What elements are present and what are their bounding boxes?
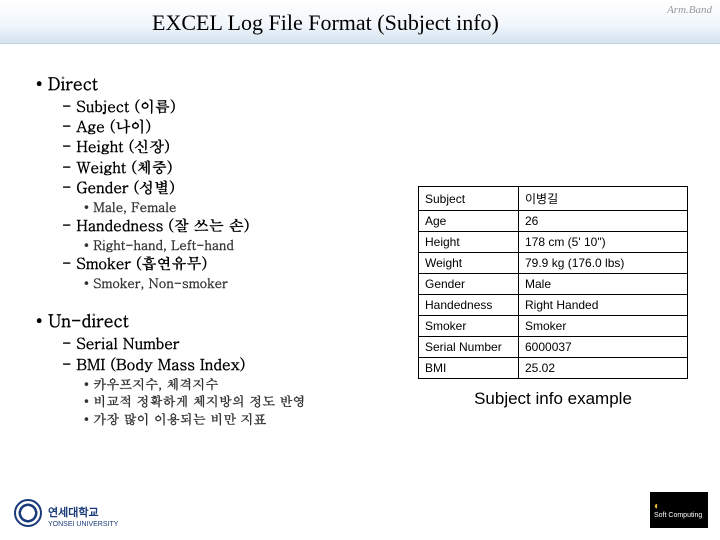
table-caption: Subject info example (418, 389, 688, 409)
table-cell-key: Height (419, 232, 519, 253)
table-cell-value: 26 (519, 211, 688, 232)
table-cell-key: Smoker (419, 316, 519, 337)
table-row: Serial Number6000037 (419, 337, 688, 358)
table-row: Height178 cm (5' 10") (419, 232, 688, 253)
subject-info-table: Subject이병길Age26Height178 cm (5' 10")Weig… (418, 186, 688, 379)
table-row: Subject이병길 (419, 187, 688, 211)
table-cell-value: 25.02 (519, 358, 688, 379)
table-cell-value: 이병길 (519, 187, 688, 211)
table-cell-value: 79.9 kg (176.0 lbs) (519, 253, 688, 274)
item-weight: Weight (체중) (62, 158, 396, 178)
table-row: SmokerSmoker (419, 316, 688, 337)
table-body: Subject이병길Age26Height178 cm (5' 10")Weig… (419, 187, 688, 379)
item-bmi-desc3: 가장 많이 이용되는 비만 지표 (84, 410, 396, 428)
item-gender: Gender (성별) (62, 178, 396, 198)
watermark-text: Arm.Band (667, 4, 712, 16)
table-cell-key: Serial Number (419, 337, 519, 358)
table-row: Weight79.9 kg (176.0 lbs) (419, 253, 688, 274)
table-cell-key: Weight (419, 253, 519, 274)
university-name-ko: 연세대학교 (48, 507, 99, 519)
table-cell-value: 6000037 (519, 337, 688, 358)
item-age: Age (나이) (62, 117, 396, 137)
item-handedness: Handedness (잘 쓰는 손) (62, 216, 396, 236)
item-handedness-values: Right-hand, Left-hand (84, 236, 396, 254)
table-cell-key: BMI (419, 358, 519, 379)
outline-content: Direct Subject (이름) Age (나이) Height (신장)… (36, 68, 396, 427)
table-row: HandednessRight Handed (419, 295, 688, 316)
lab-badge: ◐ Soft Computing (650, 492, 708, 528)
lab-icon: ◐ (654, 501, 704, 512)
item-smoker-values: Smoker, Non-smoker (84, 274, 396, 292)
item-gender-values: Male, Female (84, 198, 396, 216)
table-cell-value: 178 cm (5' 10") (519, 232, 688, 253)
table-cell-key: Age (419, 211, 519, 232)
yonsei-logo-icon (14, 499, 42, 527)
section-undirect-heading: Un-direct (36, 309, 396, 332)
page-title: EXCEL Log File Format (Subject info) (152, 10, 499, 36)
item-height: Height (신장) (62, 137, 396, 157)
table-cell-key: Subject (419, 187, 519, 211)
item-bmi-desc1: 카우프지수, 체격지수 (84, 375, 396, 393)
example-table-box: Subject이병길Age26Height178 cm (5' 10")Weig… (418, 186, 688, 409)
item-subject: Subject (이름) (62, 97, 396, 117)
section-direct-heading: Direct (36, 72, 396, 95)
lab-name: Soft Computing (654, 512, 704, 520)
table-cell-key: Handedness (419, 295, 519, 316)
item-smoker: Smoker (흡연유무) (62, 254, 396, 274)
item-bmi: BMI (Body Mass Index) (62, 355, 396, 375)
table-row: Age26 (419, 211, 688, 232)
table-row: BMI25.02 (419, 358, 688, 379)
table-row: GenderMale (419, 274, 688, 295)
footer-left: 연세대학교 YONSEI UNIVERSITY (14, 498, 118, 528)
university-name-en: YONSEI UNIVERSITY (48, 521, 118, 528)
item-serial: Serial Number (62, 334, 396, 354)
table-cell-value: Male (519, 274, 688, 295)
table-cell-key: Gender (419, 274, 519, 295)
item-bmi-desc2: 비교적 정확하게 체지방의 정도 반영 (84, 392, 396, 410)
table-cell-value: Smoker (519, 316, 688, 337)
table-cell-value: Right Handed (519, 295, 688, 316)
